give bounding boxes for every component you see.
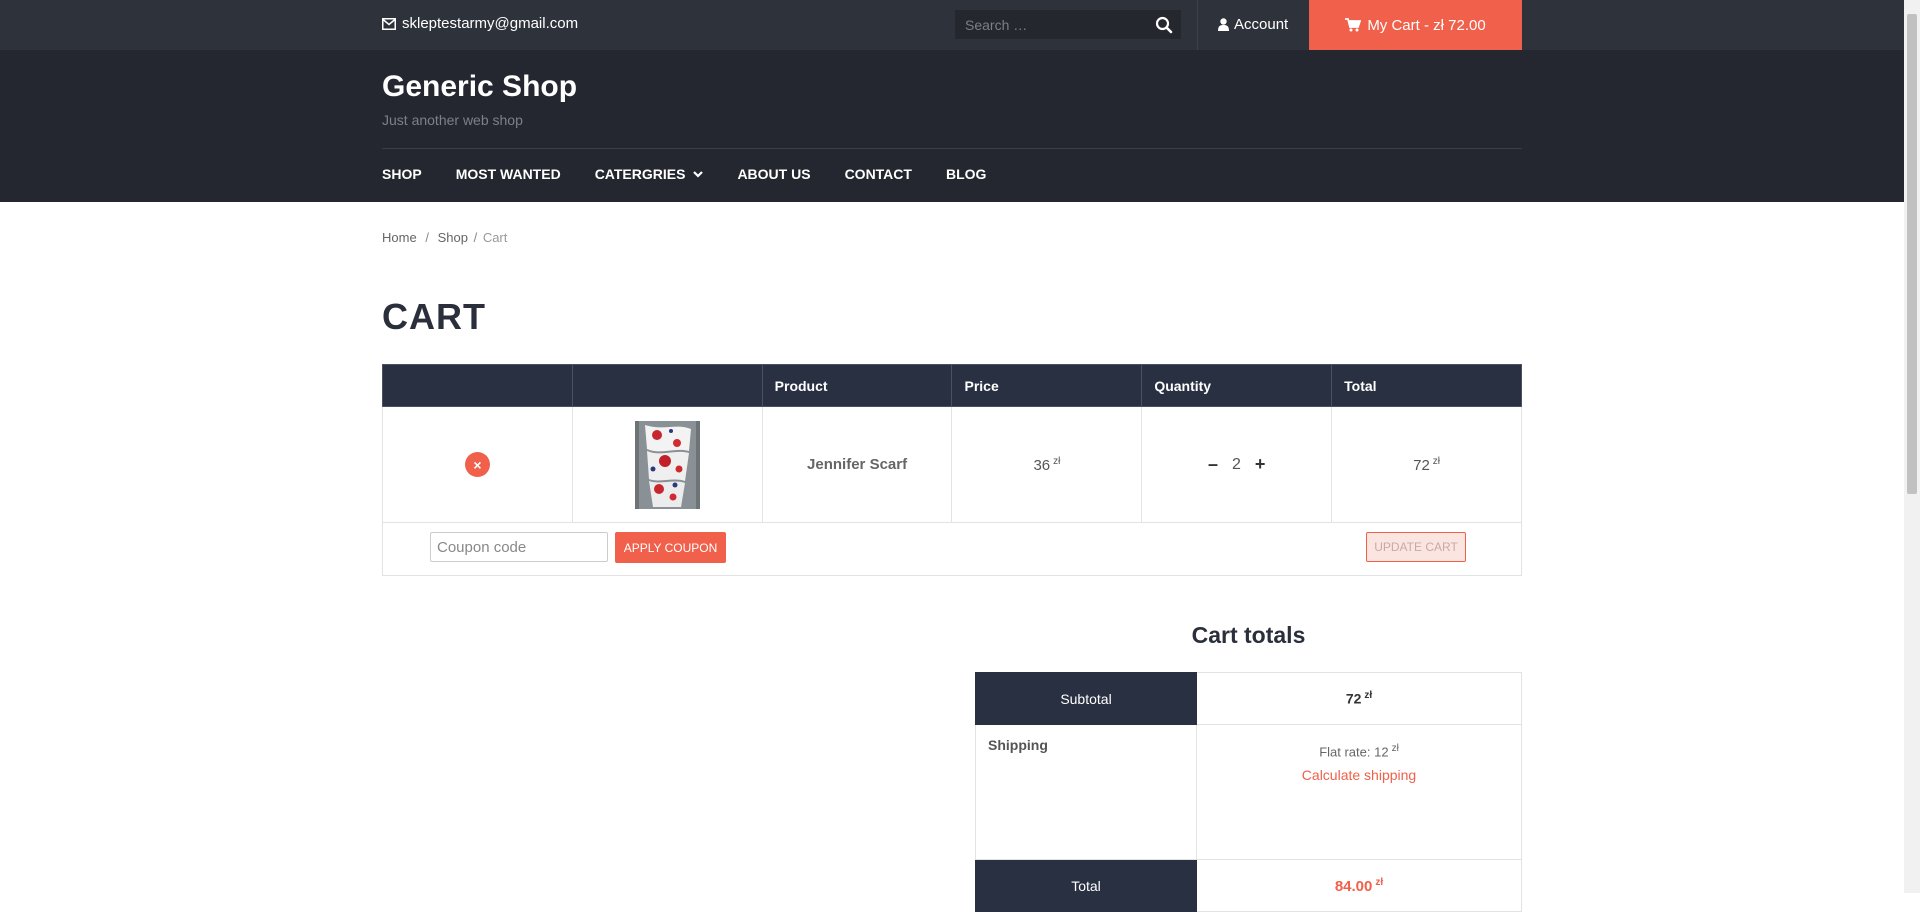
breadcrumb-shop[interactable]: Shop — [438, 230, 468, 245]
subtotal-row: Subtotal 72 zł — [975, 672, 1522, 725]
breadcrumb-home[interactable]: Home — [382, 230, 417, 245]
email-text: skleptestarmy@gmail.com — [402, 15, 579, 32]
total-cell: 84.00 zł — [1196, 859, 1522, 912]
search-input[interactable] — [955, 10, 1165, 39]
cart-totals-title: Cart totals — [1191, 622, 1306, 648]
subtotal-label: Subtotal — [975, 672, 1197, 725]
subtotal-cell: 72 zł — [1196, 672, 1522, 725]
line-total: 72 — [1413, 456, 1430, 474]
header-thumbnail — [571, 364, 763, 407]
header-total: Total — [1331, 364, 1522, 407]
header-quantity: Quantity — [1141, 364, 1333, 407]
currency-symbol: zł — [1432, 455, 1441, 467]
scrollbar-thumb[interactable] — [1907, 14, 1917, 494]
nav-about-us[interactable]: ABOUT US — [737, 166, 810, 182]
shipping-cell: Flat rate: 12 zł Calculate shipping — [1196, 724, 1522, 860]
total-row: Total 84.00 zł — [975, 859, 1522, 912]
remove-item-button[interactable]: × — [464, 452, 490, 477]
product-thumbnail[interactable] — [634, 420, 700, 509]
thumbnail-cell — [571, 406, 763, 523]
search-box — [955, 10, 1181, 39]
header-price: Price — [951, 364, 1143, 407]
update-cart-button[interactable]: UPDATE CART — [1366, 532, 1466, 562]
currency-symbol: zł — [1364, 690, 1373, 702]
coupon-code-input[interactable] — [430, 532, 608, 562]
chevron-down-icon — [693, 171, 704, 178]
shipping-label: Shipping — [975, 724, 1197, 860]
nav-most-wanted[interactable]: MOST WANTED — [456, 166, 561, 182]
page-scrollbar[interactable] — [1904, 0, 1920, 893]
main-nav: SHOP MOST WANTED CATERGRIES ABOUT US CON… — [382, 166, 1020, 182]
quantity-decrease-button[interactable]: – — [1208, 454, 1218, 475]
contact-email[interactable]: skleptestarmy@gmail.com — [382, 15, 578, 32]
coupon-row: APPLY COUPON UPDATE CART — [382, 520, 1522, 576]
page-title: CART — [382, 296, 486, 337]
header-divider — [382, 148, 1522, 149]
cart-label: My Cart - zł 72.00 — [1367, 16, 1486, 34]
line-total-cell: 72 zł — [1331, 406, 1522, 523]
currency-symbol: zł — [1053, 455, 1061, 467]
nav-shop-label: SHOP — [382, 166, 422, 182]
breadcrumb-current: Cart — [482, 230, 508, 245]
currency-symbol: zł — [1391, 743, 1399, 754]
cart-totals-table: Subtotal 72 zł Shipping Flat rate: 12 zł C… — [975, 672, 1522, 912]
nav-contact[interactable]: CONTACT — [845, 166, 912, 182]
quantity-value[interactable]: 2 — [1232, 456, 1241, 474]
price-cell: 36 zł — [951, 406, 1143, 523]
quantity-stepper: – 2 + — [1208, 454, 1265, 475]
header-product: Product — [761, 364, 953, 407]
my-cart-button[interactable]: My Cart - zł 72.00 — [1309, 0, 1522, 50]
product-price: 36 — [1033, 456, 1051, 474]
nav-about-us-label: ABOUT US — [737, 166, 811, 182]
breadcrumb-separator: / — [425, 230, 429, 245]
nav-categories-label: CATERGRIES — [594, 166, 686, 182]
quantity-increase-button[interactable]: + — [1255, 454, 1266, 475]
cart-table: Product Price Quantity Total × Jennifer … — [382, 364, 1522, 523]
account-link[interactable]: Account — [1218, 16, 1288, 33]
account-label: Account — [1234, 16, 1289, 33]
nav-shop[interactable]: SHOP — [382, 166, 422, 182]
product-name-link[interactable]: Jennifer Scarf — [807, 456, 907, 473]
quantity-cell: – 2 + — [1141, 406, 1333, 523]
nav-blog[interactable]: BLOG — [946, 166, 986, 182]
site-header: Generic Shop Just another web shop SHOP … — [0, 50, 1904, 202]
search-icon[interactable] — [1155, 16, 1173, 34]
envelope-icon — [382, 17, 396, 30]
nav-contact-label: CONTACT — [844, 166, 912, 182]
remove-cell: × — [382, 406, 573, 523]
shipping-row: Shipping Flat rate: 12 zł Calculate shipp… — [975, 724, 1522, 860]
nav-categories[interactable]: CATERGRIES — [595, 166, 704, 182]
header-remove — [382, 364, 573, 407]
topbar-divider — [1197, 0, 1198, 50]
table-row: × Jennifer Scarf 36 zł – 2 + 72 zł — [382, 406, 1522, 523]
calculate-shipping-link[interactable]: Calculate shipping — [1198, 767, 1520, 783]
breadcrumb: Home / Shop / Cart — [382, 230, 507, 245]
shipping-value: Flat rate: 12 — [1319, 744, 1389, 760]
cart-table-header: Product Price Quantity Total — [382, 364, 1522, 407]
site-title[interactable]: Generic Shop — [382, 70, 577, 104]
shopping-cart-icon — [1345, 18, 1362, 32]
apply-coupon-button[interactable]: APPLY COUPON — [615, 532, 726, 563]
currency-symbol: zł — [1375, 876, 1384, 888]
total-label: Total — [975, 859, 1197, 912]
product-name-cell: Jennifer Scarf — [761, 406, 953, 523]
subtotal-value: 72 — [1345, 690, 1362, 707]
top-bar: skleptestarmy@gmail.com Account My Cart … — [0, 0, 1904, 50]
nav-blog-label: BLOG — [945, 166, 987, 182]
site-tagline: Just another web shop — [382, 112, 523, 128]
breadcrumb-separator: / — [473, 230, 478, 245]
nav-most-wanted-label: MOST WANTED — [455, 166, 561, 182]
total-value: 84.00 — [1334, 877, 1373, 895]
user-icon — [1218, 18, 1229, 31]
